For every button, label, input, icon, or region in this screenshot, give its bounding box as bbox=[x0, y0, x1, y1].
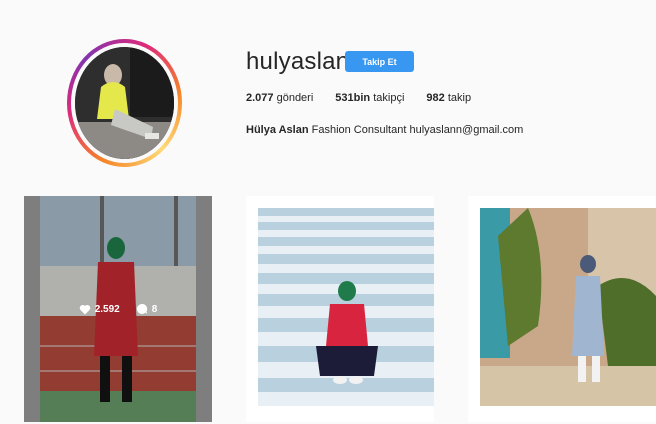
bio-name: Hülya Aslan bbox=[246, 124, 309, 136]
post-tile[interactable]: 2.592 8 bbox=[24, 196, 212, 422]
avatar[interactable] bbox=[75, 47, 174, 159]
username: hulyaslan bbox=[246, 48, 350, 75]
heart-icon bbox=[79, 304, 90, 314]
post-tile[interactable] bbox=[468, 196, 656, 422]
post-tile[interactable] bbox=[246, 196, 434, 422]
profile-avatar-ring[interactable] bbox=[67, 39, 182, 167]
post-likes: 2.592 bbox=[79, 304, 120, 315]
profile-stats: 2.077 gönderi 531bin takipçi 982 takip bbox=[246, 92, 493, 104]
post-photo-stadium bbox=[246, 196, 434, 422]
post-photo-garden bbox=[468, 196, 656, 422]
following-count[interactable]: 982 takip bbox=[426, 92, 471, 104]
bio-text: Fashion Consultant hulyaslann@gmail.com bbox=[308, 124, 524, 136]
follow-button[interactable]: Takip Et bbox=[345, 51, 414, 72]
comment-icon bbox=[136, 303, 148, 314]
avatar-photo bbox=[75, 47, 174, 159]
post-comments: 8 bbox=[136, 303, 157, 315]
posts-count[interactable]: 2.077 gönderi bbox=[246, 92, 313, 104]
followers-count[interactable]: 531bin takipçi bbox=[335, 92, 404, 104]
profile-bio: Hülya Aslan Fashion Consultant hulyaslan… bbox=[246, 124, 523, 136]
post-hover-overlay: 2.592 8 bbox=[24, 196, 212, 422]
